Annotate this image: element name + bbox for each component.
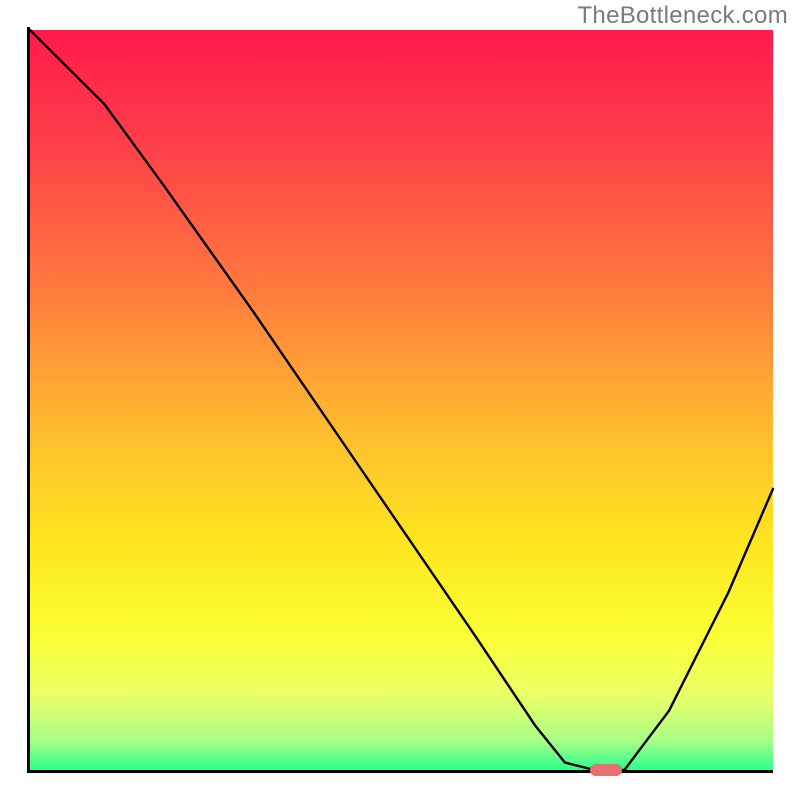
chart-container: { "watermark": { "text": "TheBottleneck.… <box>0 0 800 800</box>
plot-surface <box>0 0 800 800</box>
minimum-marker <box>590 764 622 776</box>
plot-background <box>30 30 773 770</box>
watermark-text: TheBottleneck.com <box>577 2 788 30</box>
x-axis <box>27 770 773 773</box>
y-axis <box>27 27 30 773</box>
